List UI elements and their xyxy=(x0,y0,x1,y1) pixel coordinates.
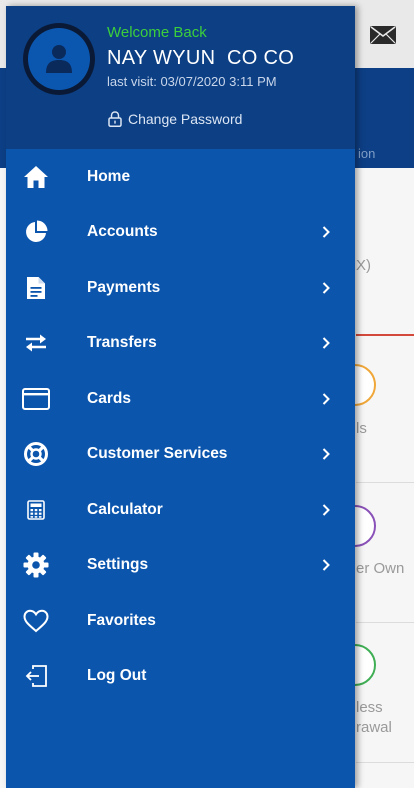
change-password-label: Change Password xyxy=(128,111,243,127)
home-icon xyxy=(22,163,50,191)
chevron-right-icon xyxy=(320,281,332,295)
pie-chart-icon xyxy=(22,218,50,246)
avatar[interactable] xyxy=(23,23,95,95)
background-fragment-3: less xyxy=(356,699,383,716)
menu-item-accounts[interactable]: Accounts xyxy=(6,205,355,261)
background-divider xyxy=(356,622,414,623)
background-divider xyxy=(356,762,414,763)
avatar-inner xyxy=(28,28,90,90)
card-icon xyxy=(22,385,50,413)
lock-icon xyxy=(108,111,122,127)
background-banner-fragment: ion xyxy=(358,146,376,161)
menu-item-label: Favorites xyxy=(87,611,156,629)
change-password-link[interactable]: Change Password xyxy=(108,111,242,127)
menu-item-home[interactable]: Home xyxy=(6,149,355,205)
background-red-line xyxy=(356,334,414,336)
menu-item-label: Settings xyxy=(87,556,149,574)
chevron-right-icon xyxy=(320,447,332,461)
chevron-right-icon xyxy=(320,225,332,239)
lifebuoy-icon xyxy=(22,440,50,468)
menu-item-label: Log Out xyxy=(87,667,147,685)
menu-item-label: Home xyxy=(87,167,131,185)
menu-item-label: Customer Services xyxy=(87,445,228,463)
menu-item-cards[interactable]: Cards xyxy=(6,371,355,427)
background-fragment-1: ls xyxy=(356,420,367,437)
drawer-header: Welcome Back NAY WYUN CO CO last visit: … xyxy=(6,6,355,149)
drawer-menu: Home Accounts Payments Transfers Cards C… xyxy=(6,149,355,704)
mail-icon[interactable] xyxy=(370,26,396,44)
screen: ion X) ls er Own less rawal Welcome Back… xyxy=(0,0,414,788)
menu-item-label: Cards xyxy=(87,389,131,407)
menu-item-log-out[interactable]: Log Out xyxy=(6,649,355,705)
background-fragment-2: er Own xyxy=(356,560,405,577)
menu-item-label: Transfers xyxy=(87,334,157,352)
chevron-right-icon xyxy=(320,558,332,572)
background-divider xyxy=(356,482,414,483)
menu-item-customer-services[interactable]: Customer Services xyxy=(6,427,355,483)
menu-item-label: Calculator xyxy=(87,500,163,518)
navigation-drawer: Welcome Back NAY WYUN CO CO last visit: … xyxy=(6,6,355,788)
menu-item-label: Payments xyxy=(87,278,161,296)
background-fragment-top: X) xyxy=(356,257,371,274)
chevron-right-icon xyxy=(320,336,332,350)
menu-item-settings[interactable]: Settings xyxy=(6,538,355,594)
calculator-icon xyxy=(22,496,50,524)
menu-item-favorites[interactable]: Favorites xyxy=(6,593,355,649)
last-visit-text: last visit: 03/07/2020 3:11 PM xyxy=(107,74,277,89)
document-icon xyxy=(22,274,50,302)
heart-icon xyxy=(22,607,50,635)
menu-item-transfers[interactable]: Transfers xyxy=(6,316,355,372)
gear-icon xyxy=(22,551,50,579)
user-icon xyxy=(46,45,72,73)
transfer-arrows-icon xyxy=(22,329,50,357)
menu-item-calculator[interactable]: Calculator xyxy=(6,482,355,538)
chevron-right-icon xyxy=(320,503,332,517)
welcome-text: Welcome Back xyxy=(107,24,207,41)
background-fragment-4: rawal xyxy=(356,719,392,736)
menu-item-label: Accounts xyxy=(87,223,158,241)
menu-item-payments[interactable]: Payments xyxy=(6,260,355,316)
logout-icon xyxy=(22,662,50,690)
user-name: NAY WYUN CO CO xyxy=(107,47,295,69)
chevron-right-icon xyxy=(320,392,332,406)
